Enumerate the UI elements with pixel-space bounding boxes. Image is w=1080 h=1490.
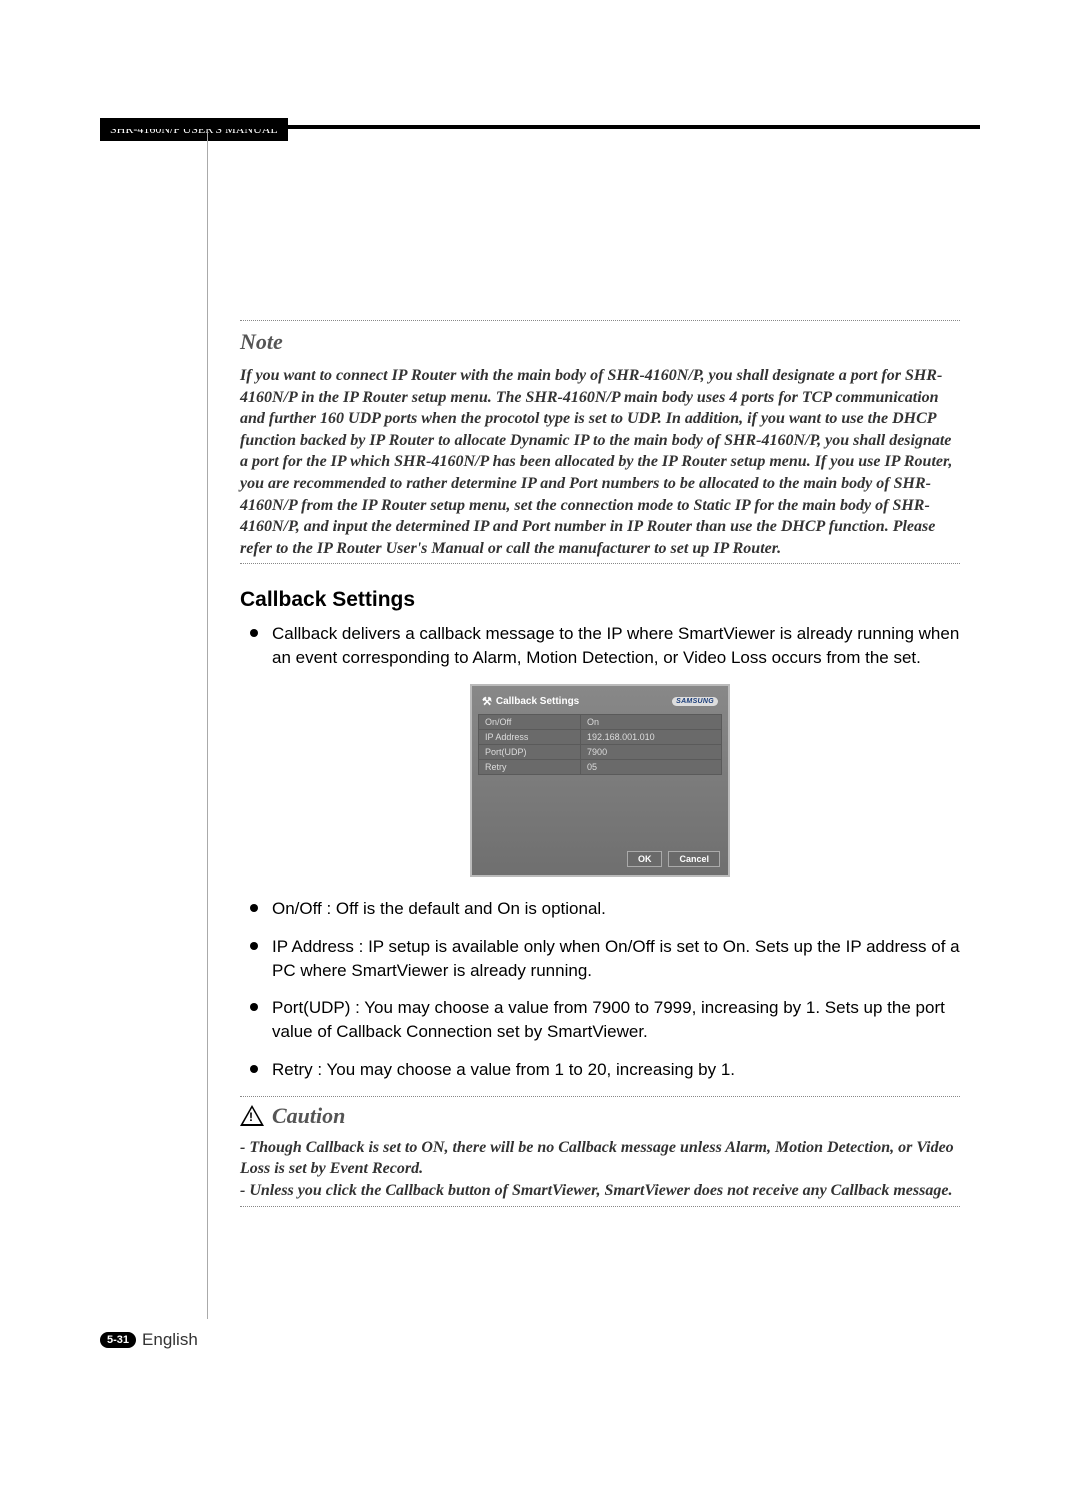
bullet-text: IP Address : IP setup is available only … (272, 935, 960, 983)
ok-button[interactable]: OK (627, 851, 663, 867)
caution-heading: Caution (272, 1103, 345, 1129)
caution-line-1: - Though Callback is set to ON, there wi… (240, 1137, 960, 1180)
vertical-divider (207, 129, 208, 1319)
cell-label: Port(UDP) (479, 744, 581, 759)
cell-value: 7900 (581, 744, 722, 759)
bullet-icon (250, 1065, 258, 1073)
bullet-text: Retry : You may choose a value from 1 to… (272, 1058, 735, 1082)
table-row: IP Address 192.168.001.010 (479, 729, 722, 744)
dialog-table: On/Off On IP Address 192.168.001.010 Por… (478, 714, 722, 775)
dialog-title: ⚒ Callback Settings (482, 695, 579, 708)
dialog-button-row: OK Cancel (478, 845, 722, 869)
callback-settings-heading: Callback Settings (240, 588, 960, 612)
callback-intro-text: Callback delivers a callback message to … (272, 622, 960, 670)
header-manual-title: SHR-4160N/P USER'S MANUAL (100, 118, 288, 141)
bullet-row: IP Address : IP setup is available only … (250, 935, 960, 983)
page-number-badge: 5-31 (100, 1332, 136, 1348)
cell-label: On/Off (479, 714, 581, 729)
dialog-spacer (478, 775, 722, 845)
cell-value: 05 (581, 759, 722, 774)
dotted-rule (240, 1206, 960, 1207)
cell-value: 192.168.001.010 (581, 729, 722, 744)
cell-label: Retry (479, 759, 581, 774)
bullet-row: Retry : You may choose a value from 1 to… (250, 1058, 960, 1082)
cell-label: IP Address (479, 729, 581, 744)
callback-intro-row: Callback delivers a callback message to … (250, 622, 960, 670)
bullet-text: On/Off : Off is the default and On is op… (272, 897, 606, 921)
dotted-rule (240, 1096, 960, 1097)
tools-icon: ⚒ (482, 695, 492, 708)
dotted-rule (240, 563, 960, 564)
table-row: On/Off On (479, 714, 722, 729)
table-row: Port(UDP) 7900 (479, 744, 722, 759)
bullet-icon (250, 629, 258, 637)
cell-value: On (581, 714, 722, 729)
dotted-rule (240, 320, 960, 321)
footer-language: English (142, 1330, 198, 1350)
bullet-row: Port(UDP) : You may choose a value from … (250, 996, 960, 1044)
bullet-icon (250, 942, 258, 950)
samsung-logo: SAMSUNG (672, 697, 718, 706)
bullet-row: On/Off : Off is the default and On is op… (250, 897, 960, 921)
cancel-button[interactable]: Cancel (668, 851, 720, 867)
caution-heading-row: ! Caution (240, 1103, 960, 1129)
bullet-icon (250, 904, 258, 912)
page-footer: 5-31 English (100, 1330, 198, 1350)
dialog-title-text: Callback Settings (496, 696, 579, 707)
warning-icon: ! (240, 1105, 264, 1126)
bullet-text: Port(UDP) : You may choose a value from … (272, 996, 960, 1044)
dialog-titlebar: ⚒ Callback Settings SAMSUNG (478, 692, 722, 714)
callback-settings-dialog: ⚒ Callback Settings SAMSUNG On/Off On IP… (470, 684, 730, 877)
table-row: Retry 05 (479, 759, 722, 774)
header-rule (100, 125, 980, 129)
note-body: If you want to connect IP Router with th… (240, 365, 960, 559)
bullet-icon (250, 1003, 258, 1011)
note-heading: Note (240, 329, 960, 355)
caution-line-2: - Unless you click the Callback button o… (240, 1180, 960, 1202)
